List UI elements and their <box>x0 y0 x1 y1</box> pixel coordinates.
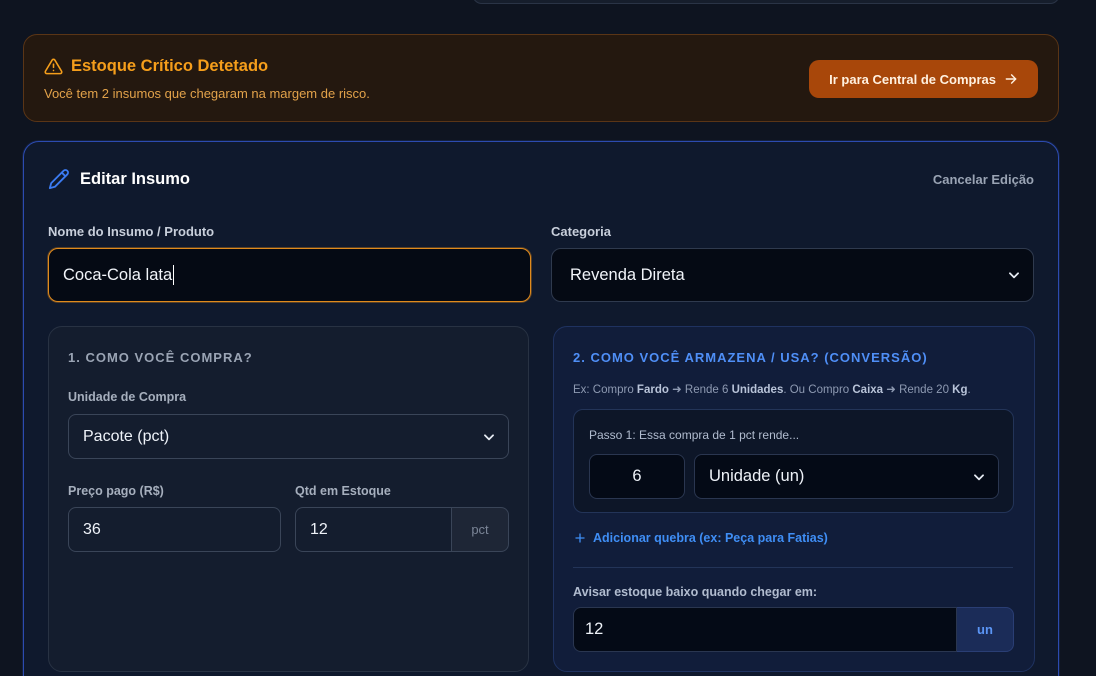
divider <box>573 567 1013 568</box>
step-qty-input[interactable]: 6 <box>589 454 685 499</box>
cancel-edit-link[interactable]: Cancelar Edição <box>933 172 1034 187</box>
price-input[interactable]: 36 <box>68 507 281 552</box>
stock-label: Qtd em Estoque <box>295 484 391 498</box>
step-label: Passo 1: Essa compra de 1 pct rende... <box>589 428 800 442</box>
conversion-step-box: Passo 1: Essa compra de 1 pct rende... 6… <box>573 409 1014 513</box>
step-qty-value: 6 <box>632 467 642 485</box>
critical-stock-alert: Estoque Crítico Detetado Você tem 2 insu… <box>23 34 1059 122</box>
step-unit-value: Unidade (un) <box>709 467 805 485</box>
warning-icon <box>44 58 63 75</box>
chevron-down-icon <box>484 433 494 440</box>
name-input[interactable]: Coca-Cola lata <box>48 248 531 302</box>
chevron-down-icon <box>974 473 984 480</box>
category-value: Revenda Direta <box>570 265 685 284</box>
go-to-purchases-button[interactable]: Ir para Central de Compras <box>809 60 1038 98</box>
step-unit-select[interactable]: Unidade (un) <box>694 454 999 499</box>
conversion-hint: Ex: Compro Fardo ➜ Rende 6 Unidades. Ou … <box>573 384 971 396</box>
purchase-panel: 1. COMO VOCÊ COMPRA? Unidade de Compra P… <box>48 326 529 672</box>
stock-input[interactable]: 12 <box>295 507 452 552</box>
purchase-title: 1. COMO VOCÊ COMPRA? <box>68 350 253 365</box>
low-stock-input[interactable]: 12 <box>573 607 957 652</box>
top-panel-edge <box>472 0 1060 4</box>
alert-message: Você tem 2 insumos que chegaram na marge… <box>44 86 370 101</box>
category-select[interactable]: Revenda Direta <box>551 248 1034 302</box>
stock-value: 12 <box>310 520 328 538</box>
name-label: Nome do Insumo / Produto <box>48 224 215 239</box>
edit-supply-card: Editar Insumo Cancelar Edição Nome do In… <box>23 141 1059 676</box>
category-label: Categoria <box>551 224 611 239</box>
alert-title-text: Estoque Crítico Detetado <box>71 57 269 75</box>
low-stock-label: Avisar estoque baixo quando chegar em: <box>573 585 818 599</box>
plus-icon <box>575 533 585 543</box>
price-label: Preço pago (R$) <box>68 484 164 498</box>
purchase-unit-select[interactable]: Pacote (pct) <box>68 414 509 459</box>
storage-panel: 2. COMO VOCÊ ARMAZENA / USA? (CONVERSÃO)… <box>553 326 1035 672</box>
arrow-right-icon <box>1005 74 1017 84</box>
chevron-down-icon <box>1009 272 1019 279</box>
purchase-unit-value: Pacote (pct) <box>83 427 170 445</box>
edit-title: Editar Insumo <box>48 168 190 190</box>
edit-title-text: Editar Insumo <box>80 169 191 188</box>
add-break-label: Adicionar quebra (ex: Peça para Fatias) <box>593 531 828 545</box>
pencil-icon <box>48 169 69 190</box>
add-break-link[interactable]: Adicionar quebra (ex: Peça para Fatias) <box>574 531 828 545</box>
text-caret <box>173 265 175 285</box>
alert-title: Estoque Crítico Detetado <box>44 57 268 76</box>
low-stock-value: 12 <box>585 620 604 638</box>
price-value: 36 <box>83 520 101 538</box>
low-stock-unit-suffix: un <box>957 607 1014 652</box>
stock-unit-suffix: pct <box>452 507 509 552</box>
purchase-unit-label: Unidade de Compra <box>68 390 187 404</box>
storage-title: 2. COMO VOCÊ ARMAZENA / USA? (CONVERSÃO) <box>573 350 928 365</box>
name-value: Coca-Cola lata <box>63 265 173 284</box>
go-to-purchases-label: Ir para Central de Compras <box>829 71 996 87</box>
